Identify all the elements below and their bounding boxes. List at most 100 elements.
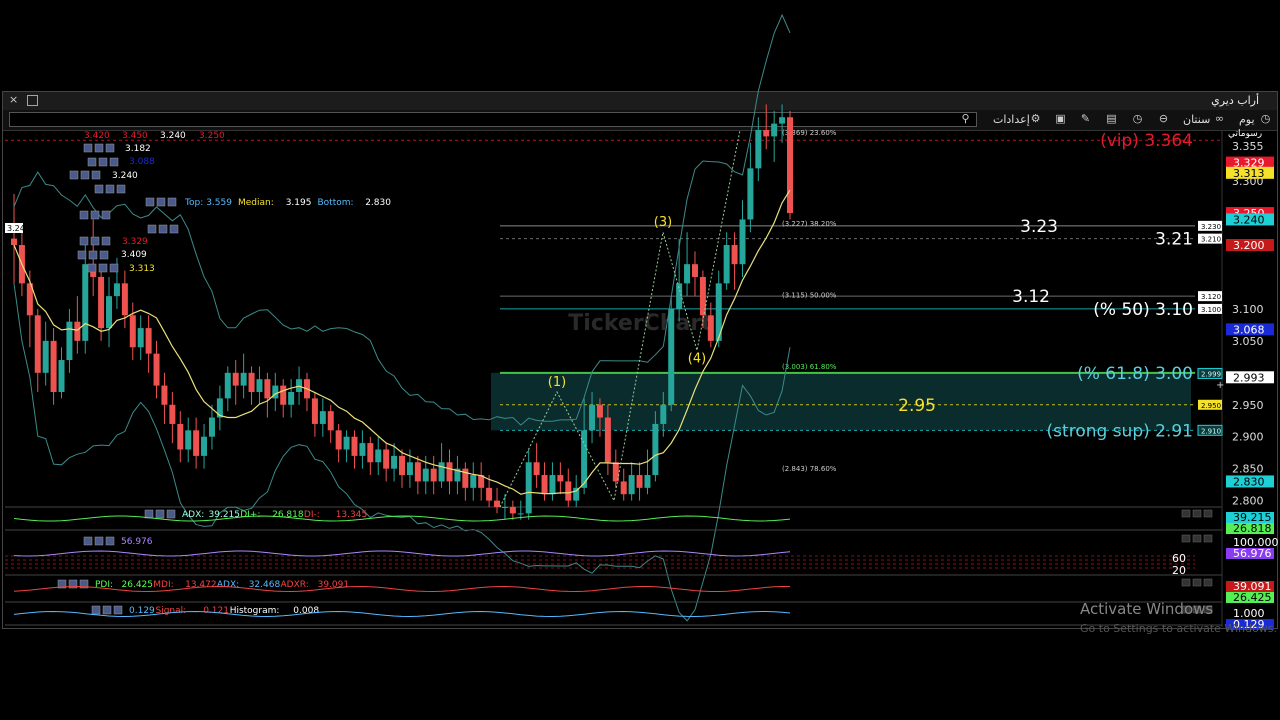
level-label: 2.95 — [898, 396, 936, 416]
legend-toggle-icon — [145, 197, 155, 207]
candle-body — [509, 507, 516, 514]
bb-legend-text: 3.195 — [286, 198, 312, 208]
candle-body — [668, 308, 675, 405]
wave-label: (1) — [548, 375, 566, 390]
wave-label: (4) — [688, 351, 706, 366]
candle-body — [98, 276, 105, 329]
bb-legend-text: 3.559 — [206, 198, 232, 208]
candle-body — [446, 462, 453, 482]
y-axis-tick: 2.900 — [1232, 431, 1264, 444]
candle-body — [106, 296, 113, 329]
panel-badge-text: 56.976 — [1233, 547, 1272, 560]
bb-legend-text: Median: — [238, 198, 274, 208]
candle-body — [652, 423, 659, 476]
level-label: 3.23 — [1020, 217, 1058, 237]
panel-toggle-icon — [91, 605, 101, 615]
legend-toggle-icon — [116, 184, 126, 194]
legend-toggle-icon — [109, 157, 119, 167]
crosshair-icon: + — [1216, 380, 1224, 391]
legend-toggle-icon — [99, 250, 109, 260]
candle-body — [34, 315, 41, 373]
candle-body — [723, 245, 730, 284]
panel-legend-text: MDI: — [153, 580, 173, 590]
level-label: 3.12 — [1012, 287, 1050, 307]
indicator-line — [13, 550, 791, 557]
legend-toggle-icon — [91, 170, 101, 180]
legend-toggle-icon — [156, 197, 166, 207]
panel-toggle-icon — [102, 605, 112, 615]
candle-body — [129, 315, 136, 348]
bb-legend-text: Bottom: — [318, 198, 354, 208]
panel-badge-text: 26.818 — [1233, 522, 1272, 535]
candle-body — [327, 411, 334, 431]
candle-body — [771, 123, 778, 137]
legend-toggle-icon — [167, 197, 177, 207]
candle-body — [383, 449, 390, 469]
legend-toggle-icon — [83, 143, 93, 153]
small-tag-text: 2.910 — [1201, 427, 1221, 435]
candle-body — [359, 443, 366, 456]
panel-badge-text: 26.425 — [1233, 591, 1272, 604]
candle-body — [525, 462, 532, 514]
candle-body — [414, 462, 421, 482]
legend-toggle-icon — [147, 224, 157, 234]
wave-label: (3) — [654, 215, 672, 230]
candle-body — [533, 462, 540, 476]
candle-body — [660, 404, 667, 424]
fib-label: (3.227) 38.20% — [782, 220, 837, 228]
panel-toggle-icon — [155, 509, 165, 519]
candle-body — [486, 487, 493, 501]
candle-body — [216, 398, 223, 418]
panel-legend-text: DI-: — [304, 510, 320, 520]
panel-legend-text: ADX: — [182, 510, 204, 520]
panel-control-icon — [1181, 534, 1191, 543]
candle-body — [367, 443, 374, 463]
panel-control-icon — [1181, 578, 1191, 587]
candle-body — [549, 475, 556, 495]
y-axis-tick: 2.800 — [1232, 495, 1264, 508]
level-label: (strong sup) 2.91 — [1047, 421, 1193, 441]
activate-windows-text: Activate Windows — [1080, 600, 1214, 618]
panel-toggle-icon — [166, 509, 176, 519]
candle-body — [177, 423, 184, 450]
candle-body — [747, 168, 754, 220]
candle-body — [589, 404, 596, 431]
legend-toggle-icon — [90, 236, 100, 246]
candle-body — [264, 379, 271, 399]
panel-control-icon — [1203, 578, 1213, 587]
candle-body — [343, 436, 350, 450]
candle-body — [319, 411, 326, 424]
legend-value: 3.240 — [160, 131, 186, 141]
candle-body — [351, 436, 358, 456]
legend-toggle-icon — [105, 184, 115, 194]
candle-body — [501, 507, 508, 508]
candle-body — [248, 372, 255, 392]
panel-control-icon — [1181, 509, 1191, 518]
panel-control-icon — [1203, 509, 1213, 518]
candle-body — [280, 385, 287, 405]
legend-value: 3.088 — [129, 157, 155, 167]
y-axis-tick: 3.355 — [1232, 140, 1264, 153]
legend-value: 3.420 — [84, 131, 110, 141]
panel-legend-text: ADX: — [217, 580, 239, 590]
candle-body — [256, 379, 263, 392]
panel-control-icon — [1192, 534, 1202, 543]
candle-body — [240, 372, 247, 386]
candle-body — [406, 462, 413, 476]
candle-body — [691, 264, 698, 277]
bb-legend-text: Top: — [184, 198, 203, 208]
candle-body — [335, 430, 342, 450]
price-badge-text: 3.240 — [1233, 213, 1265, 226]
fib-label: (3.115) 50.00% — [782, 291, 837, 299]
legend-toggle-icon — [79, 210, 89, 220]
legend-value: 3.182 — [125, 144, 151, 154]
legend-toggle-icon — [101, 210, 111, 220]
panel-legend-text: 26.425 — [122, 580, 154, 590]
candle-body — [596, 404, 603, 418]
candle-body — [707, 315, 714, 341]
rsi-level-text: 20 — [1172, 564, 1186, 577]
panel-toggle-icon — [144, 509, 154, 519]
legend-value: 3.313 — [129, 264, 155, 274]
legend-toggle-icon — [88, 250, 98, 260]
legend-value: 3.250 — [199, 131, 225, 141]
